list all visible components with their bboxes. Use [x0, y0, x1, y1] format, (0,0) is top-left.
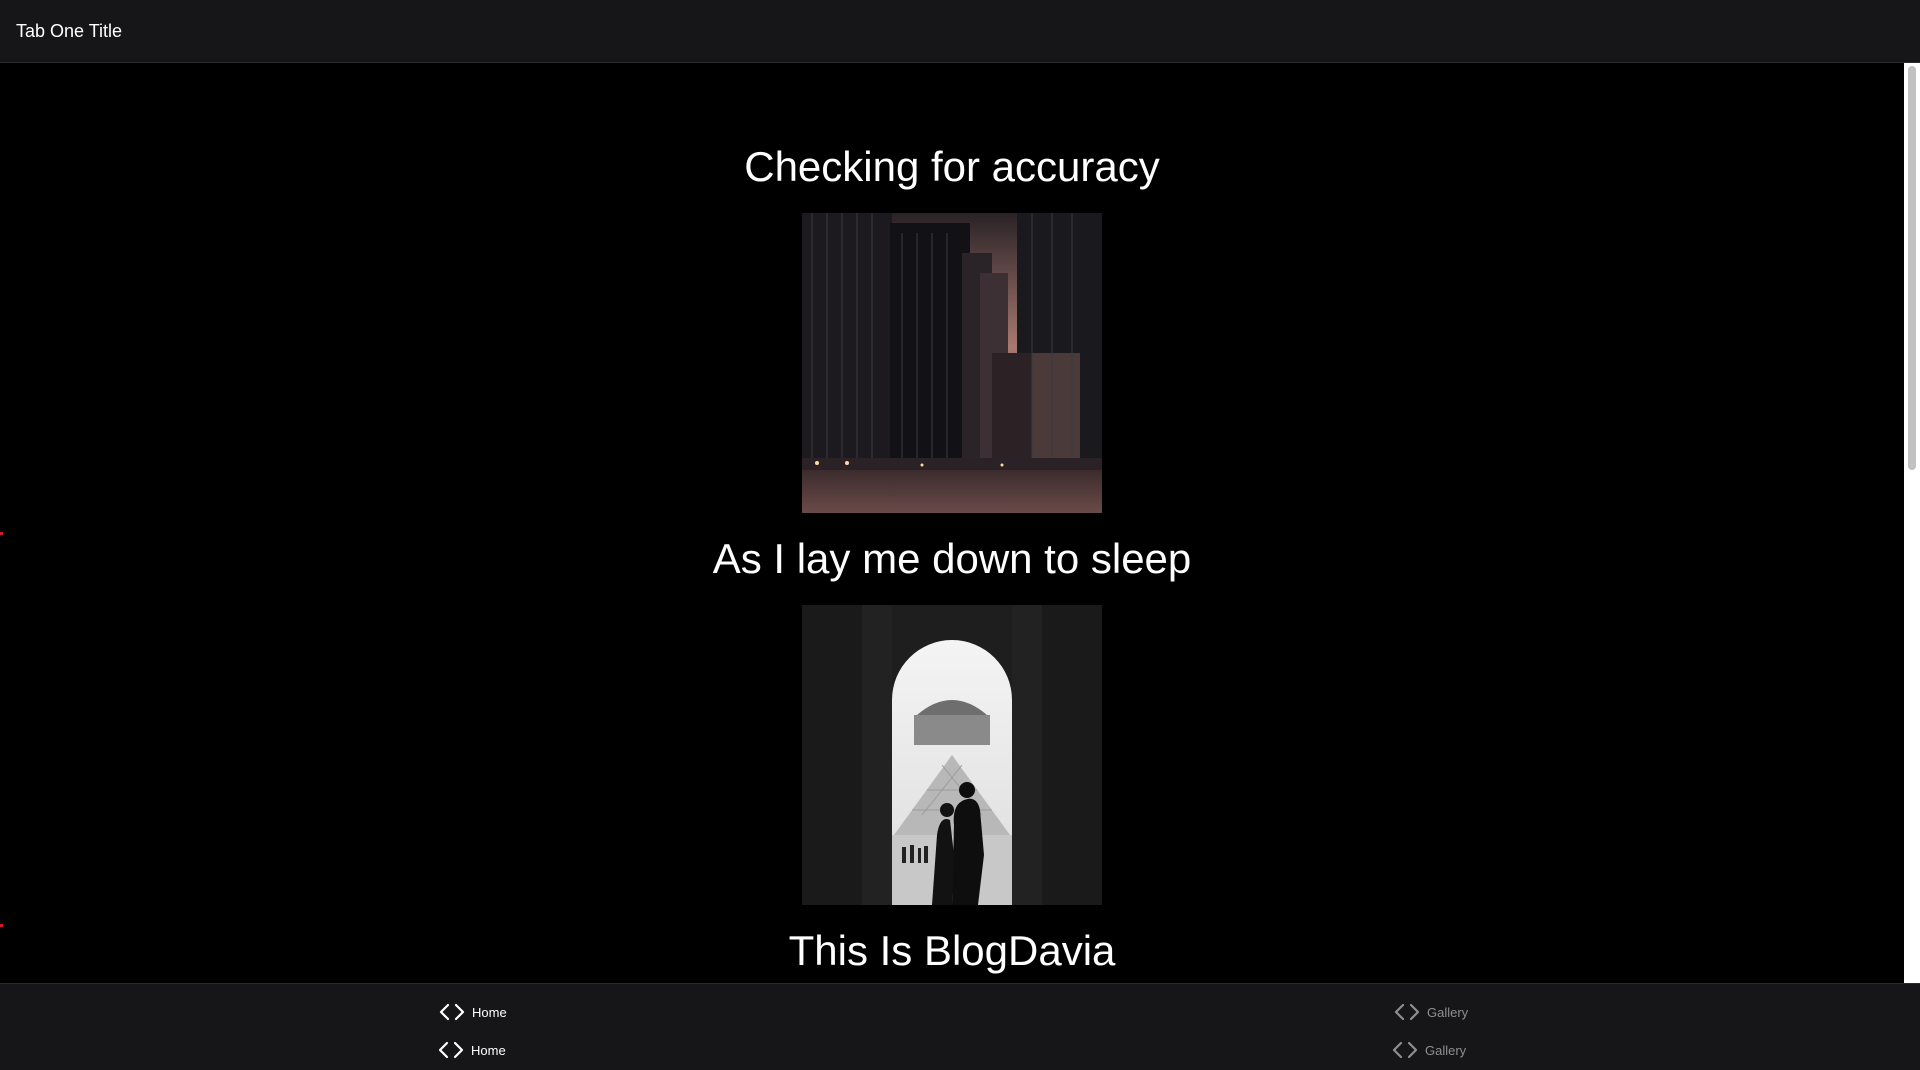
tab-row: Home Gallery [0, 994, 1920, 1030]
tab-home-label: Home [472, 1004, 507, 1020]
tab-gallery-label: Gallery [1425, 1042, 1467, 1058]
tab-home[interactable]: Home [435, 1040, 506, 1060]
scrollbar-thumb[interactable] [1908, 66, 1916, 470]
tab-gallery[interactable]: Gallery [1389, 1040, 1466, 1060]
code-chevrons-icon [1389, 1040, 1421, 1060]
code-chevrons-icon [436, 1002, 468, 1022]
edge-mark [0, 532, 3, 535]
post-image-louvre[interactable] [802, 605, 1102, 905]
post-image-city[interactable] [802, 213, 1102, 513]
post-title: This Is BlogDavia [788, 927, 1116, 974]
post-title: Checking for accuracy [744, 143, 1160, 190]
tab-home-label: Home [471, 1042, 506, 1058]
tab-gallery-label: Gallery [1427, 1004, 1469, 1020]
code-chevrons-icon [1391, 1002, 1423, 1022]
app-header: Tab One Title [0, 0, 1920, 63]
tab-row: Home Gallery [0, 1032, 1920, 1068]
tab-gallery[interactable]: Gallery [1391, 1002, 1468, 1022]
page-title: Tab One Title [16, 21, 123, 41]
city-skyline-photo [802, 213, 1102, 513]
post-feed[interactable]: Checking for accuracy As I lay me down t… [0, 63, 1904, 983]
edge-mark [0, 924, 3, 927]
code-chevrons-icon [435, 1040, 467, 1060]
bottom-tab-bar: Home Gallery Home Gallery [0, 983, 1920, 1070]
tab-home[interactable]: Home [436, 1002, 507, 1022]
louvre-archway-photo [802, 605, 1102, 905]
post-title: As I lay me down to sleep [712, 535, 1192, 582]
